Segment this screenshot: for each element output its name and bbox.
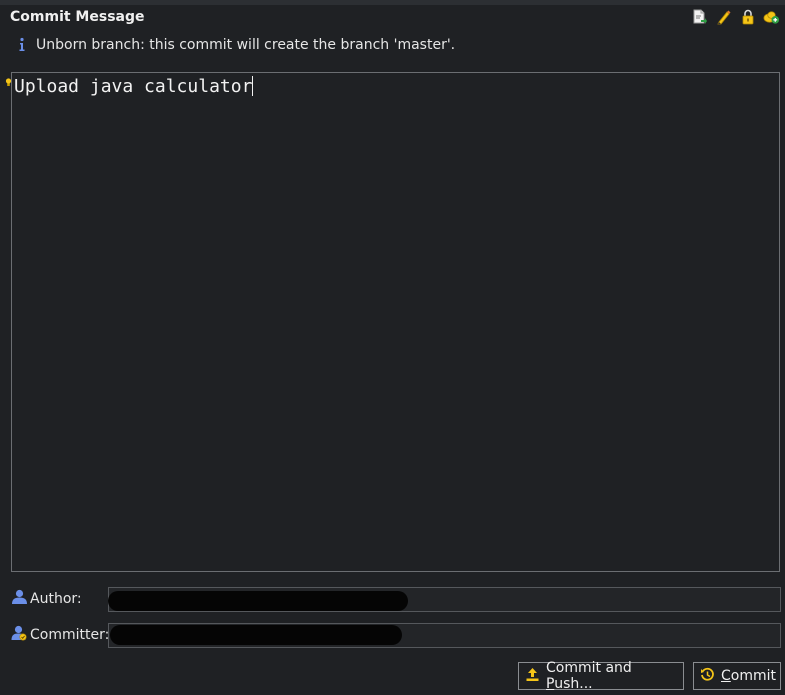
redacted-committer — [110, 625, 402, 645]
toolbar — [691, 8, 780, 25]
redacted-author — [108, 591, 408, 611]
commit-message-text: Upload java calculator — [14, 76, 254, 97]
author-label-group: Author: — [11, 589, 108, 609]
committer-row: Committer: — [11, 622, 781, 648]
history-icon — [700, 667, 715, 686]
info-message: Unborn branch: this commit will create t… — [18, 37, 455, 53]
signed-off-icon[interactable] — [763, 8, 780, 25]
commit-message-panel: Commit Message Unborn branch: this commi… — [0, 0, 785, 695]
commit-and-push-label: Commit and Push... — [546, 660, 632, 692]
commit-and-push-button[interactable]: Commit and Push... — [518, 660, 684, 692]
committer-label: Committer: — [30, 627, 110, 643]
author-label: Author: — [30, 591, 82, 607]
panel-top-border — [0, 0, 785, 5]
committer-user-icon — [11, 625, 28, 645]
committer-label-group: Committer: — [11, 625, 110, 645]
panel-title: Commit Message — [10, 9, 145, 25]
author-row: Author: — [11, 586, 781, 612]
text-caret — [252, 76, 254, 96]
commit-label: Commit — [721, 668, 777, 684]
file-diff-icon[interactable] — [691, 8, 708, 25]
lock-icon[interactable] — [739, 8, 756, 25]
edit-pencil-icon[interactable] — [715, 8, 732, 25]
upload-icon — [525, 667, 540, 686]
info-icon — [18, 37, 26, 53]
commit-button[interactable]: Commit — [693, 662, 781, 690]
user-icon — [11, 589, 28, 609]
info-text: Unborn branch: this commit will create t… — [36, 37, 456, 53]
commit-message-editor[interactable]: Upload java calculator — [11, 72, 780, 572]
